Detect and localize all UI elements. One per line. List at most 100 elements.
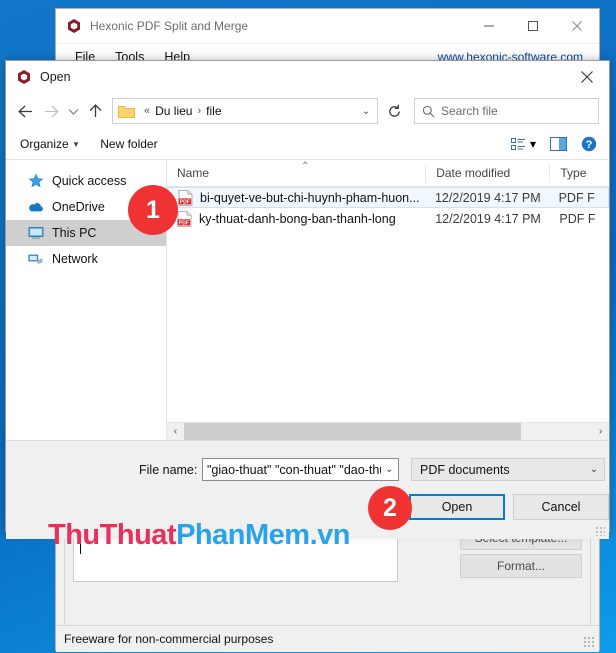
file-type-value: PDF documents [420, 462, 510, 477]
hexagon-icon [68, 19, 80, 33]
up-icon[interactable] [82, 98, 108, 124]
annotation-badge-1: 1 [128, 185, 178, 235]
screen: Hexonic PDF Split and Merge File Tools H… [0, 0, 616, 653]
search-icon [422, 105, 435, 117]
breadcrumb-item-1[interactable]: file [206, 104, 221, 118]
chevron-down-icon: ▾ [73, 138, 79, 149]
table-row[interactable]: PDF ky-thuat-danh-bong-ban-thanh-long 12… [167, 208, 609, 229]
close-button[interactable] [555, 9, 599, 43]
breadcrumb: « Du lieu › file [139, 104, 355, 118]
scroll-right-icon[interactable]: › [592, 426, 609, 437]
help-icon[interactable]: ? [581, 136, 597, 152]
dialog-content: Quick access OneDrive This PC Network Na… [6, 160, 609, 440]
organize-label: Organize [20, 137, 69, 151]
file-type-select[interactable]: PDF documents ⌄ [411, 458, 605, 481]
app-title: Hexonic PDF Split and Merge [90, 19, 249, 33]
dialog-command-bar: Organize ▾ New folder ▾ ? [6, 129, 609, 160]
svg-text:PDF: PDF [179, 220, 189, 226]
file-name-cell: PDF bi-quyet-ve-but-chi-huynh-pham-huon.… [168, 189, 425, 206]
watermark-part-4: .vn [309, 519, 351, 551]
file-name-value: "giao-thuat" "con-thuat" "dao-thu [207, 462, 381, 477]
pdf-file-icon: PDF [178, 189, 193, 206]
watermark-part-3: PhanMem [176, 519, 310, 551]
chevron-down-icon[interactable]: ⌄ [355, 106, 377, 117]
file-list-pane: Name Date modified Type ⌃ PDF bi-quyet-v… [167, 160, 609, 440]
breadcrumb-item-0[interactable]: Du lieu [155, 104, 192, 118]
app-titlebar-buttons [467, 9, 599, 43]
sidebar-item-label: Network [52, 252, 98, 266]
command-bar-right: ▾ ? [510, 136, 601, 152]
file-name-label: File name: [139, 463, 198, 477]
pdf-file-icon: PDF [177, 210, 192, 227]
file-name-text: bi-quyet-ve-but-chi-huynh-pham-huon... [200, 190, 420, 205]
new-folder-button[interactable]: New folder [100, 137, 157, 151]
address-bar[interactable]: « Du lieu › file ⌄ [112, 98, 378, 124]
file-date-cell: 12/2/2019 4:17 PM [435, 211, 541, 226]
hexagon-icon [18, 70, 30, 84]
file-type-cell: PDF F [558, 190, 595, 205]
cancel-button[interactable]: Cancel [513, 494, 609, 520]
app-titlebar: Hexonic PDF Split and Merge [56, 9, 599, 44]
annotation-badge-2: 2 [368, 486, 412, 530]
search-placeholder: Search file [441, 104, 498, 118]
resize-grip[interactable] [583, 636, 595, 648]
dialog-resize-grip[interactable] [595, 526, 605, 536]
scrollbar-track[interactable] [184, 423, 592, 440]
dialog-titlebar: Open [6, 61, 609, 93]
sidebar-item-network[interactable]: Network [6, 246, 166, 272]
svg-text:PDF: PDF [180, 199, 190, 205]
sidebar-item-label: Quick access [52, 174, 127, 188]
organize-button[interactable]: Organize ▾ [20, 137, 78, 151]
dialog-close-icon[interactable] [564, 61, 609, 93]
column-date-modified[interactable]: Date modified [425, 164, 549, 182]
cloud-icon [29, 202, 43, 212]
network-icon [28, 254, 43, 264]
file-name-input[interactable]: "giao-thuat" "con-thuat" "dao-thu ⌄ [202, 458, 399, 481]
chevron-down-icon: ▾ [529, 137, 536, 151]
column-type[interactable]: Type [549, 164, 609, 182]
dialog-address-row: « Du lieu › file ⌄ Search file [6, 93, 609, 129]
sidebar-item-label: This PC [52, 226, 97, 240]
breadcrumb-overflow[interactable]: « [144, 105, 150, 117]
preview-pane-icon[interactable] [550, 137, 567, 151]
view-list-icon [510, 137, 525, 150]
folder-icon [118, 105, 135, 118]
watermark: ThuThuatPhanMem.vn [48, 519, 350, 552]
file-rows: PDF bi-quyet-ve-but-chi-huynh-pham-huon.… [167, 187, 609, 422]
sidebar-item-label: OneDrive [52, 200, 105, 214]
open-button[interactable]: Open [409, 494, 505, 520]
app-statusbar: Freeware for non-commercial purposes [56, 625, 599, 652]
svg-text:?: ? [586, 139, 593, 151]
scrollbar-thumb[interactable] [184, 423, 521, 440]
scroll-left-icon[interactable]: ‹ [167, 426, 184, 437]
sort-ascending-icon: ⌃ [301, 161, 310, 172]
format-button[interactable]: Format... [460, 554, 582, 578]
file-name-text: ky-thuat-danh-bong-ban-thanh-long [199, 211, 396, 226]
statusbar-text: Freeware for non-commercial purposes [64, 632, 274, 646]
refresh-icon[interactable] [380, 98, 408, 124]
chevron-down-icon[interactable]: ⌄ [381, 464, 398, 475]
maximize-button[interactable] [511, 9, 555, 43]
column-name[interactable]: Name [167, 164, 425, 182]
forward-icon[interactable] [38, 98, 64, 124]
table-row[interactable]: PDF bi-quyet-ve-but-chi-huynh-pham-huon.… [167, 187, 609, 208]
horizontal-scrollbar[interactable]: ‹ › [167, 422, 609, 440]
chevron-down-icon: ⌄ [589, 464, 599, 475]
watermark-part-1: Thu [48, 519, 100, 551]
view-mode-button[interactable]: ▾ [510, 137, 536, 151]
dialog-title: Open [40, 70, 71, 84]
open-dialog: Open « Du lieu › file ⌄ Search file Orga… [5, 60, 610, 539]
file-type-cell: PDF F [559, 211, 596, 226]
breadcrumb-separator: › [197, 105, 202, 117]
file-name-cell: PDF ky-thuat-danh-bong-ban-thanh-long [167, 210, 425, 227]
recent-locations-icon[interactable] [64, 98, 82, 124]
new-folder-label: New folder [100, 137, 158, 151]
back-icon[interactable] [12, 98, 38, 124]
minimize-button[interactable] [467, 9, 511, 43]
search-input[interactable]: Search file [414, 98, 599, 124]
monitor-icon [28, 227, 44, 239]
watermark-part-2: Thuat [99, 519, 177, 551]
star-icon [28, 173, 44, 188]
file-date-cell: 12/2/2019 4:17 PM [434, 190, 541, 205]
column-header: Name Date modified Type ⌃ [167, 160, 609, 187]
